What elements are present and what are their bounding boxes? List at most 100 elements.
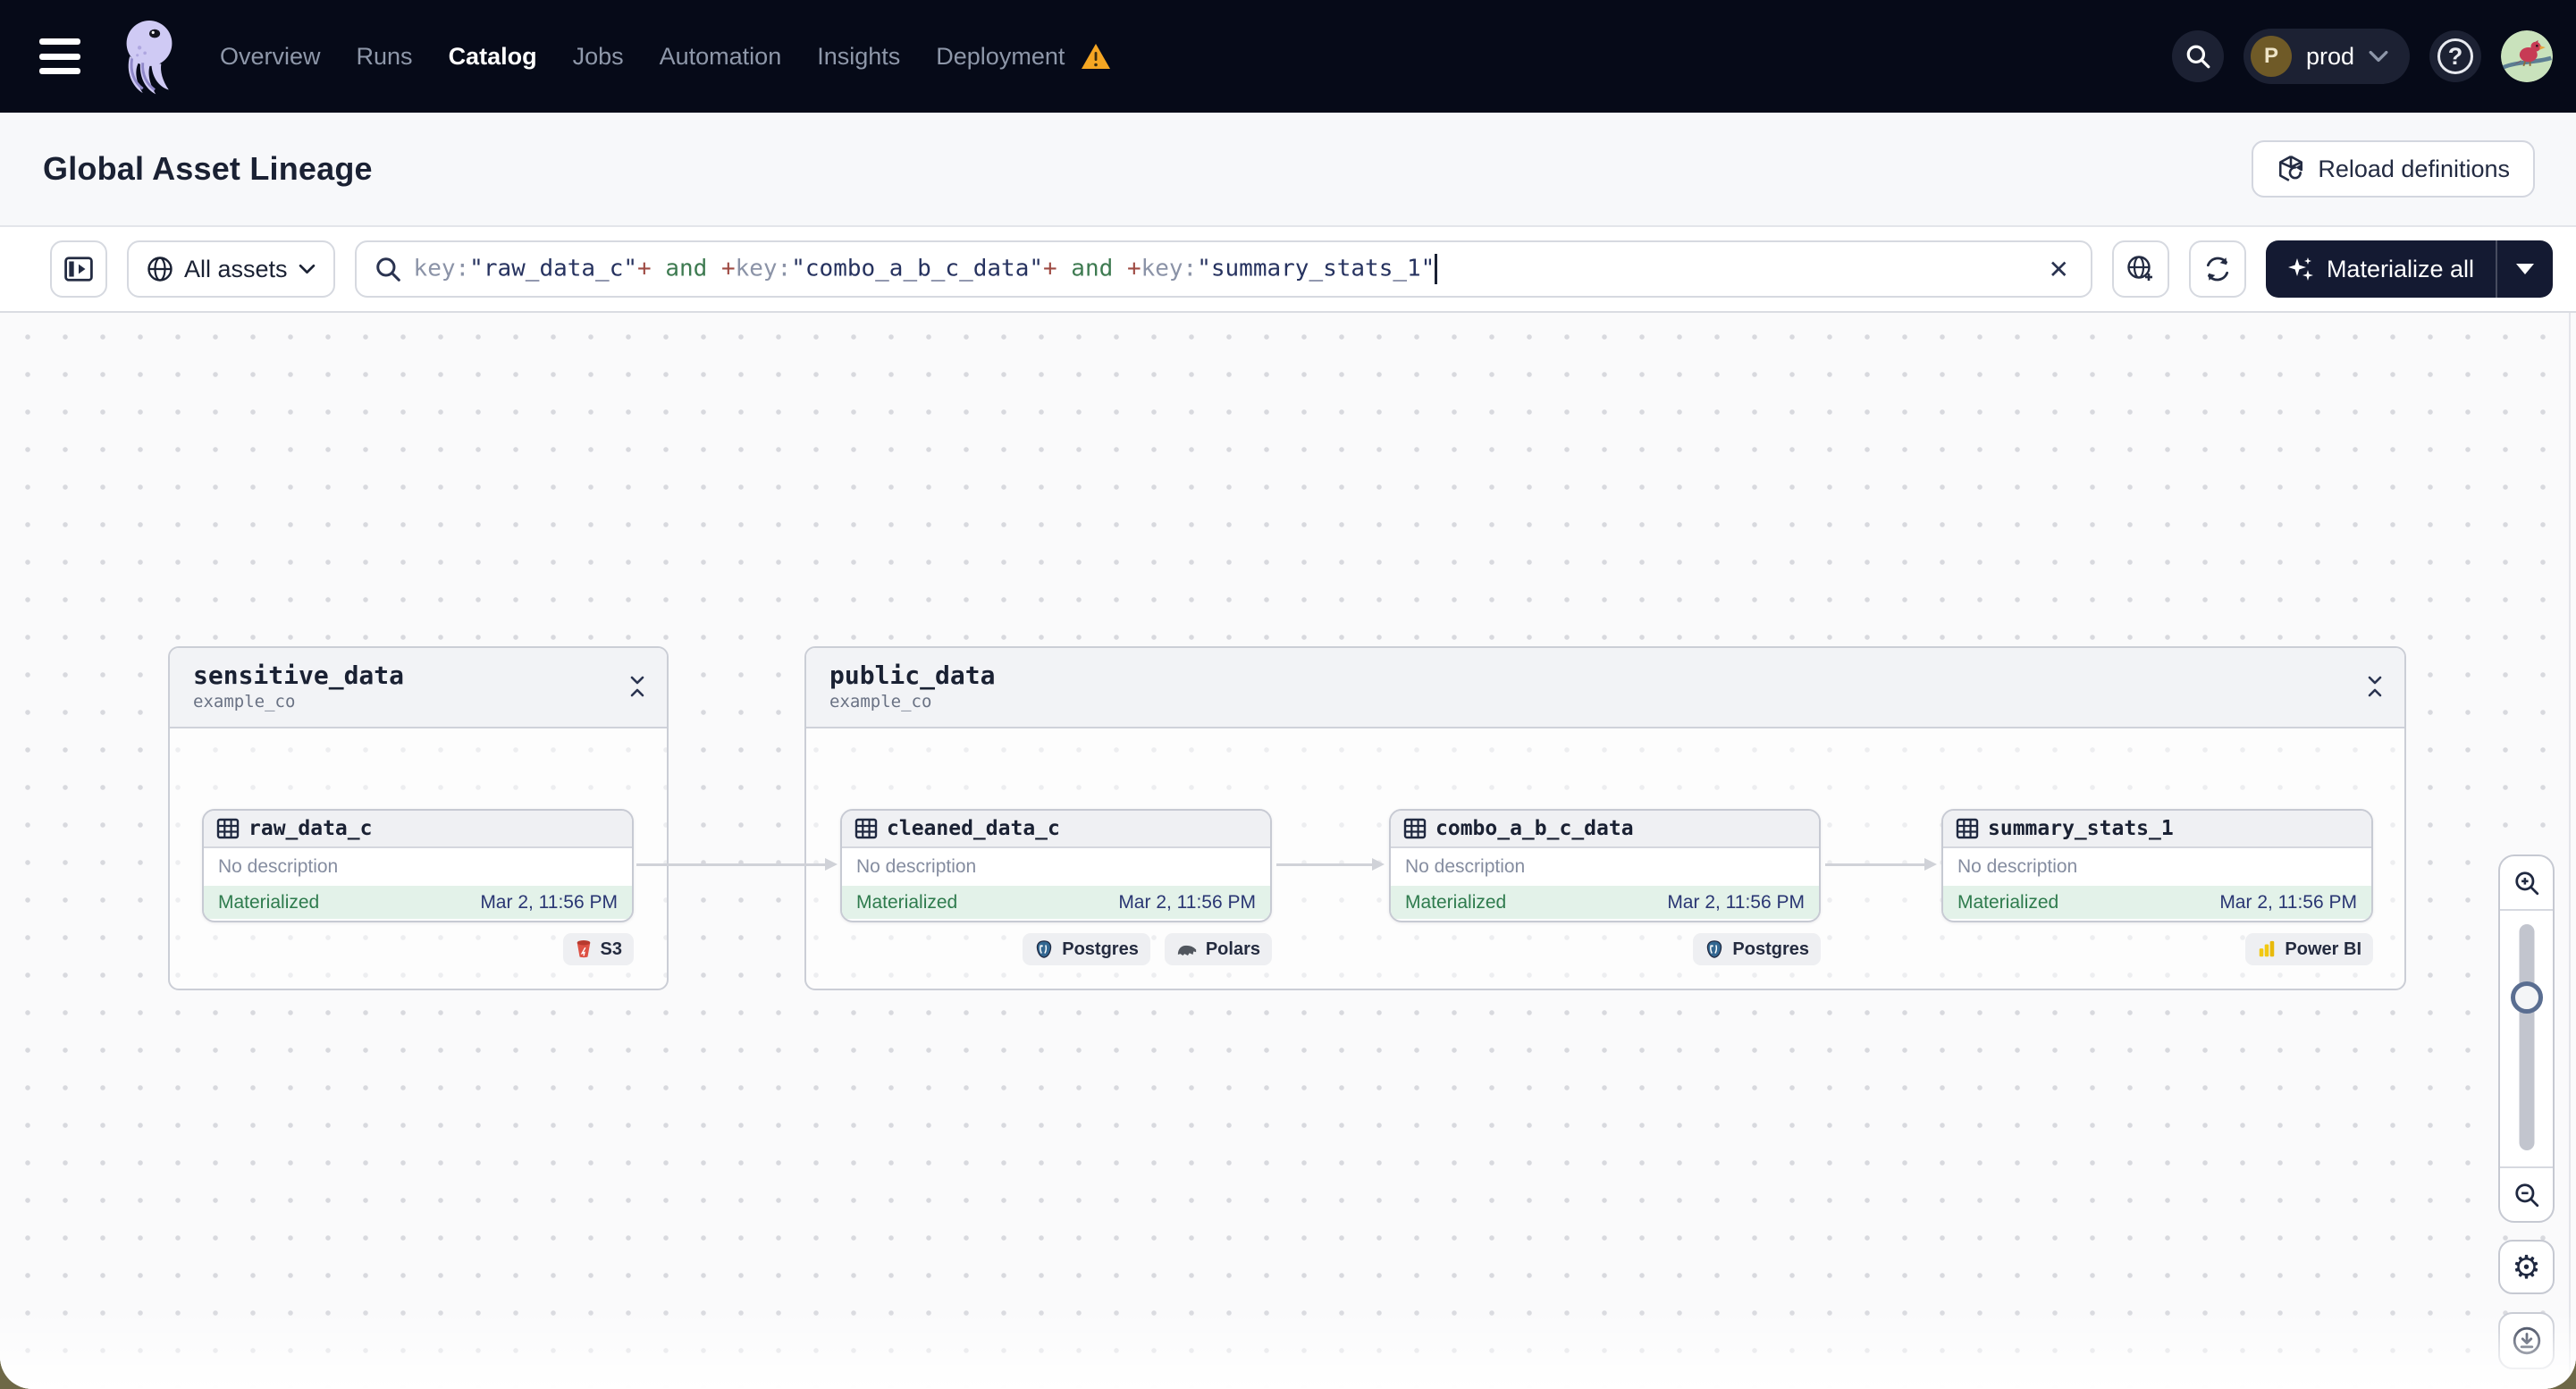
materialize-options-button[interactable] (2497, 240, 2553, 298)
kind-tag-polars[interactable]: Polars (1164, 933, 1272, 965)
asset-node-combo-a-b-c-data[interactable]: combo_a_b_c_data No description Material… (1389, 809, 1821, 922)
kind-tag-postgres[interactable]: Postgres (1693, 933, 1821, 965)
nav-item-deployment[interactable]: Deployment (936, 43, 1065, 71)
asset-node-raw-data-c[interactable]: raw_data_c No description Materialized M… (202, 809, 634, 922)
asset-name: summary_stats_1 (1988, 817, 2174, 840)
view-full-graph-button[interactable] (2111, 240, 2169, 298)
lineage-edge (1276, 858, 1385, 871)
user-avatar[interactable] (2501, 30, 2553, 82)
search-icon (375, 256, 401, 282)
materialization-timestamp: Mar 2, 11:56 PM (480, 891, 618, 913)
table-icon (216, 817, 240, 840)
zoom-in-icon (2513, 870, 2540, 897)
materialize-all-button[interactable]: Materialize all (2266, 240, 2496, 298)
help-button[interactable]: ? (2429, 30, 2481, 82)
asset-name: raw_data_c (248, 817, 373, 840)
zoom-in-button[interactable] (2500, 856, 2553, 911)
chevron-down-icon (2369, 50, 2388, 63)
divider (2569, 313, 2571, 1389)
deployment-name: prod (2305, 42, 2354, 70)
asset-description: No description (218, 856, 339, 877)
zoom-slider-track[interactable] (2519, 924, 2534, 1150)
asset-node-header: raw_data_c (204, 811, 632, 848)
reload-definitions-button[interactable]: Reload definitions (2252, 140, 2535, 198)
graph-settings-button[interactable]: ⚙ (2498, 1240, 2555, 1294)
group-repo-label: example_co (829, 692, 932, 711)
asset-description: No description (1957, 856, 2078, 877)
asset-node-header: cleaned_data_c (842, 811, 1270, 848)
asset-search-input[interactable]: key:"raw_data_c"+ and +key:"combo_a_b_c_… (354, 240, 2092, 298)
powerbi-icon (2257, 939, 2277, 959)
asset-name: cleaned_data_c (887, 817, 1060, 840)
collapse-group-icon[interactable] (627, 675, 647, 698)
materialization-timestamp: Mar 2, 11:56 PM (2219, 891, 2357, 913)
lineage-toolbar: All assets key:"raw_data_c"+ and +key:"c… (0, 227, 2576, 313)
group-header[interactable]: public_data example_co (806, 648, 2404, 728)
s3-bucket-icon (575, 939, 593, 959)
kind-tag-s3[interactable]: S3 (562, 933, 634, 965)
help-icon: ? (2437, 38, 2473, 74)
group-name: sensitive_data (193, 661, 405, 690)
download-image-button[interactable] (2498, 1312, 2555, 1369)
group-header[interactable]: sensitive_data example_co (170, 648, 667, 728)
hamburger-menu-icon[interactable] (39, 38, 84, 74)
asset-tags-summary-stats-1: Power BI (1941, 933, 2373, 965)
globe-plus-icon (2126, 255, 2155, 283)
nav-links: Overview Runs Catalog Jobs Automation In… (220, 43, 1111, 71)
asset-status-row: Materialized Mar 2, 11:56 PM (1391, 886, 1819, 919)
materialization-timestamp: Mar 2, 11:56 PM (1118, 891, 1256, 913)
lineage-edge (636, 858, 838, 871)
zoom-out-button[interactable] (2500, 1166, 2553, 1221)
text-cursor (1435, 254, 1438, 284)
zoom-controls (2498, 854, 2555, 1223)
deployment-badge: P (2250, 36, 2292, 77)
postgres-icon (1705, 939, 1724, 959)
globe-icon (147, 256, 173, 282)
asset-status-row: Materialized Mar 2, 11:56 PM (1943, 886, 2371, 919)
collapse-group-icon[interactable] (2365, 675, 2385, 698)
materialize-all-split-button: Materialize all (2265, 240, 2553, 298)
global-search-button[interactable] (2171, 30, 2224, 82)
asset-node-summary-stats-1[interactable]: summary_stats_1 No description Materiali… (1941, 809, 2373, 922)
nav-item-jobs[interactable]: Jobs (573, 43, 624, 71)
table-icon (1956, 817, 1979, 840)
deployment-switcher[interactable]: P prod (2243, 29, 2410, 84)
clear-search-button[interactable]: ✕ (2044, 255, 2072, 284)
asset-scope-filter[interactable]: All assets (127, 240, 335, 298)
open-sidebar-button[interactable] (50, 240, 107, 298)
app-window: Overview Runs Catalog Jobs Automation In… (0, 0, 2576, 1389)
kind-tag-powerbi[interactable]: Power BI (2245, 933, 2373, 965)
lineage-canvas[interactable]: sensitive_data example_co public_data ex… (0, 313, 2576, 1389)
refresh-button[interactable] (2188, 240, 2246, 298)
status-badge: Materialized (856, 891, 958, 913)
nav-item-runs[interactable]: Runs (357, 43, 413, 71)
asset-status-row: Materialized Mar 2, 11:56 PM (842, 886, 1270, 919)
asset-tags-combo-a-b-c-data: Postgres (1389, 933, 1821, 965)
dagster-logo-icon[interactable] (114, 15, 184, 97)
materialization-timestamp: Mar 2, 11:56 PM (1667, 891, 1805, 913)
top-navbar: Overview Runs Catalog Jobs Automation In… (0, 0, 2576, 113)
nav-item-overview[interactable]: Overview (220, 43, 321, 71)
asset-name: combo_a_b_c_data (1435, 817, 1634, 840)
canvas-bottom-fade (0, 1309, 2576, 1389)
asset-node-cleaned-data-c[interactable]: cleaned_data_c No description Materializ… (840, 809, 1272, 922)
asset-description: No description (856, 856, 977, 877)
tag-label: Postgres (1732, 939, 1809, 959)
nav-item-insights[interactable]: Insights (817, 43, 900, 71)
asset-tags-cleaned-data-c: Postgres Polars (840, 933, 1272, 965)
kind-tag-postgres[interactable]: Postgres (1023, 933, 1150, 965)
asset-node-header: combo_a_b_c_data (1391, 811, 1819, 848)
tag-label: S3 (600, 939, 622, 959)
query-text[interactable]: key:"raw_data_c"+ and +key:"combo_a_b_c_… (414, 254, 2033, 284)
nav-item-automation[interactable]: Automation (660, 43, 782, 71)
lineage-edge (1825, 858, 1937, 871)
materialize-all-label: Materialize all (2326, 255, 2474, 282)
deployment-warning-icon[interactable] (1081, 43, 1111, 70)
zoom-slider-thumb[interactable] (2510, 981, 2543, 1014)
reload-definitions-label: Reload definitions (2318, 155, 2510, 182)
nav-item-catalog[interactable]: Catalog (449, 43, 537, 71)
page-title: Global Asset Lineage (43, 150, 373, 187)
asset-description: No description (1405, 856, 1526, 877)
status-badge: Materialized (1957, 891, 2059, 913)
chevron-down-icon (299, 264, 316, 274)
